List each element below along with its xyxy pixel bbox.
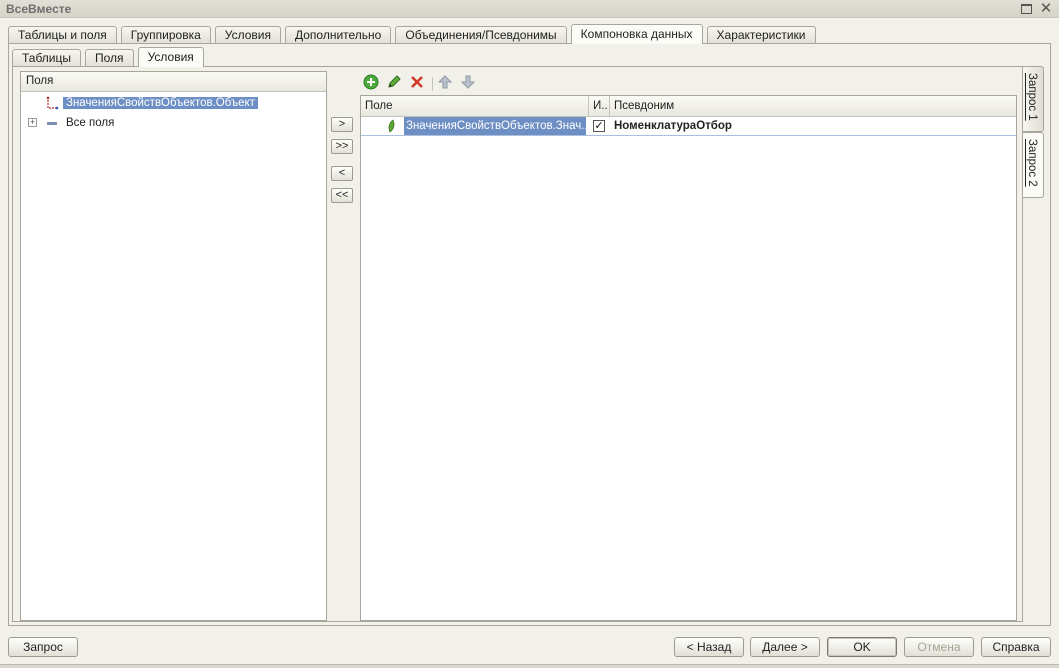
edit-icon[interactable] [385,74,403,92]
remove-button[interactable]: < [331,166,353,181]
field-group-icon [46,118,58,132]
add-all-button[interactable]: >> [331,139,353,154]
tab-unions-aliases[interactable]: Объединения/Псевдонимы [395,26,567,44]
tree-item-label: ЗначенияСвойствОбъектов.Объект [63,97,258,109]
grid-header: Поле И.. Псевдоним [361,96,1016,117]
delete-icon[interactable] [408,74,426,92]
field-leaf-icon [387,119,397,137]
add-button[interactable]: > [331,117,353,132]
tab-query-2[interactable]: Запрос 2 [1023,132,1044,198]
cancel-button[interactable]: Отмена [904,637,974,657]
maximize-icon[interactable] [1019,2,1033,16]
title-bar: ВсеВместе ✕ [0,0,1059,18]
tree-item-object[interactable]: ЗначенияСвойствОбъектов.Объект [63,94,258,112]
column-header-field[interactable]: Поле [361,96,589,117]
back-button[interactable]: < Назад [674,637,744,657]
move-up-icon[interactable] [436,74,454,92]
row-and-checkbox[interactable]: ✓ [593,120,605,132]
query-button[interactable]: Запрос [8,637,78,657]
sub-tabs: Таблицы Поля Условия [12,47,208,67]
field-link-icon [45,96,59,113]
move-down-icon[interactable] [459,74,477,92]
fields-header: Поля [21,72,326,92]
tab-data-composition[interactable]: Компоновка данных [570,24,703,44]
remove-all-button[interactable]: << [331,188,353,203]
next-button[interactable]: Далее > [750,637,820,657]
row-alias-value[interactable]: НоменклатураОтбор [614,117,1004,135]
conditions-grid[interactable]: Поле И.. Псевдоним ЗначенияСвойствОбъект… [360,95,1017,621]
tree-item-all-fields[interactable]: Все поля [66,114,114,132]
fields-tree[interactable]: Поля ЗначенияСвойствОбъектов.Объект + Вс… [20,71,327,621]
add-icon[interactable] [362,74,380,92]
column-header-and[interactable]: И.. [589,96,610,117]
tab-query-2-label: Запрос 2 [1026,139,1038,187]
table-row[interactable]: ЗначенияСвойствОбъектов.Знач... ✓ Номенк… [361,117,1016,136]
close-icon[interactable]: ✕ [1039,1,1053,16]
tab-additional[interactable]: Дополнительно [284,26,392,44]
help-button[interactable]: Справка [981,637,1051,657]
subtab-tables[interactable]: Таблицы [12,49,82,67]
tab-characteristics[interactable]: Характеристики [706,26,816,44]
status-strip [0,664,1059,668]
tree-item-label: Все поля [66,117,115,129]
tab-grouping[interactable]: Группировка [120,26,211,44]
toolbar-separator [432,77,433,91]
window-title: ВсеВместе [6,2,72,16]
tab-query-1-label: Запрос 1 [1026,73,1038,121]
subtab-conditions[interactable]: Условия [137,47,204,67]
tab-conditions[interactable]: Условия [214,26,281,44]
row-field-value[interactable]: ЗначенияСвойствОбъектов.Знач... [404,117,586,135]
tab-tables-fields[interactable]: Таблицы и поля [8,26,117,44]
ok-button[interactable]: OK [827,637,897,657]
column-header-alias[interactable]: Псевдоним [610,96,1016,117]
expand-icon[interactable]: + [28,118,37,127]
subtab-fields[interactable]: Поля [85,49,134,67]
main-tabs: Таблицы и поля Группировка Условия Допол… [8,24,820,44]
tab-query-1[interactable]: Запрос 1 [1023,66,1044,132]
